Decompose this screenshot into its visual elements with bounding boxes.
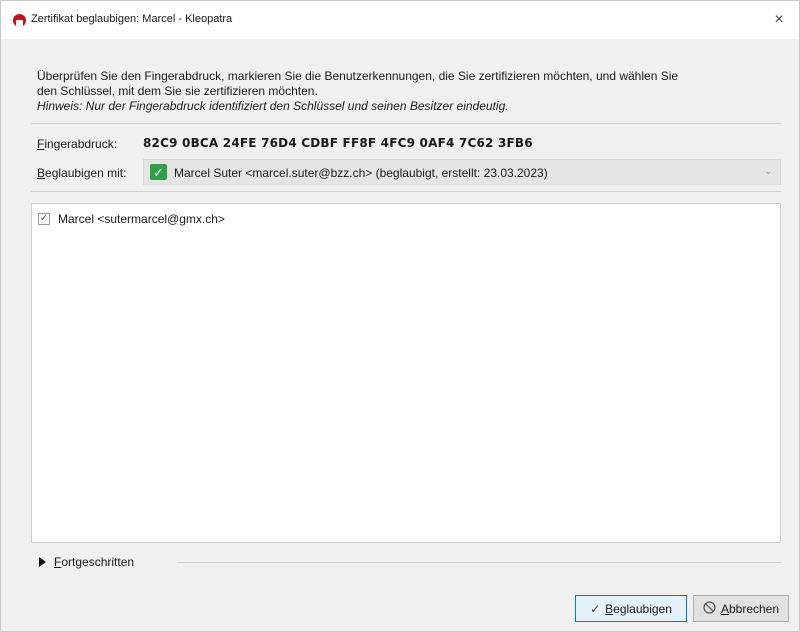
- expand-arrow-icon: [39, 557, 46, 567]
- hint-text: Hinweis: Nur der Fingerabdruck identifiz…: [37, 99, 509, 113]
- certify-with-label: Beglaubigen mit:: [37, 166, 127, 180]
- advanced-label: Fortgeschritten: [54, 555, 135, 569]
- certify-button-label: Beglaubigen: [605, 601, 672, 616]
- dialog-body: Überprüfen Sie den Fingerabdruck, markie…: [1, 39, 799, 631]
- user-id-list[interactable]: ✓ Marcel <sutermarcel@gmx.ch>: [31, 203, 781, 543]
- fingerprint-label: Fingerabdruck:: [37, 137, 118, 151]
- certify-with-selected-value: Marcel Suter <marcel.suter@bzz.ch> (begl…: [174, 166, 548, 180]
- certify-dialog: Zertifikat beglaubigen: Marcel - Kleopat…: [0, 0, 800, 632]
- window-title: Zertifikat beglaubigen: Marcel - Kleopat…: [31, 13, 233, 25]
- advanced-toggle[interactable]: Fortgeschritten: [39, 555, 134, 569]
- user-id-label: Marcel <sutermarcel@gmx.ch>: [58, 212, 225, 226]
- title-bar: Zertifikat beglaubigen: Marcel - Kleopat…: [1, 1, 799, 39]
- separator-middle: [31, 191, 781, 192]
- cancel-button[interactable]: Abbrechen: [693, 595, 789, 622]
- cancel-button-label: Abbrechen: [720, 601, 780, 616]
- cancel-circle-icon: [703, 600, 716, 617]
- certified-check-icon: ✓: [150, 164, 167, 180]
- fingerprint-value: 82C9 0BCA 24FE 76D4 CDBF FF8F 4FC9 0AF4 …: [143, 136, 533, 150]
- advanced-separator: [177, 562, 781, 563]
- list-item[interactable]: ✓ Marcel <sutermarcel@gmx.ch>: [38, 210, 225, 228]
- chevron-down-icon: ⌄: [764, 166, 772, 176]
- close-button[interactable]: ×: [763, 5, 795, 35]
- intro-line-2: den Schlüssel, mit dem Sie sie zertifizi…: [37, 84, 318, 98]
- certify-with-select[interactable]: ✓ Marcel Suter <marcel.suter@bzz.ch> (be…: [143, 159, 781, 185]
- intro-text: Überprüfen Sie den Fingerabdruck, markie…: [37, 69, 767, 114]
- kleopatra-app-icon: [13, 14, 26, 27]
- user-id-checkbox[interactable]: ✓: [38, 213, 50, 225]
- certify-button[interactable]: ✓ Beglaubigen: [575, 595, 687, 622]
- separator-top: [31, 123, 781, 124]
- checkmark-icon: ✓: [590, 601, 601, 616]
- intro-line-1: Überprüfen Sie den Fingerabdruck, markie…: [37, 69, 679, 83]
